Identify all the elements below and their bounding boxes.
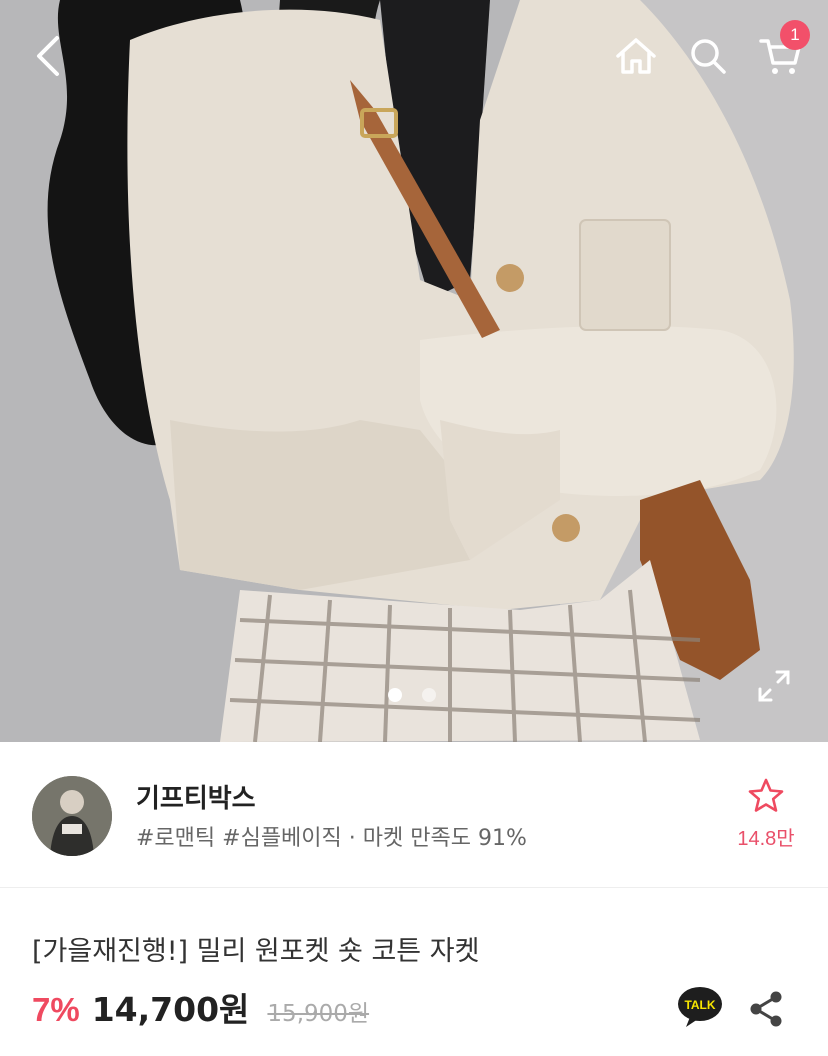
product-image-gallery[interactable]: 1: [0, 0, 828, 742]
sale-price: 14,700원: [91, 990, 250, 1029]
star-outline-icon: [748, 778, 784, 812]
discount-rate: 7%: [32, 991, 80, 1028]
price-row: 7% 14,700원 15,900원: [32, 983, 369, 1031]
share-button[interactable]: [744, 987, 788, 1031]
home-button[interactable]: [608, 28, 664, 84]
product-title: [가을재진행!] 밀리 원포켓 숏 코튼 자켓: [32, 936, 480, 967]
shop-info[interactable]: 기프티박스 #로맨틱 #심플베이직 · 마켓 만족도 91% 14.8만: [0, 742, 828, 888]
gallery-pagination: [388, 688, 436, 702]
talk-button[interactable]: TALK: [676, 985, 724, 1029]
cart-count-badge: 1: [780, 20, 810, 50]
shop-name[interactable]: 기프티박스: [136, 778, 256, 815]
talk-chat-icon: TALK: [678, 987, 722, 1027]
shop-avatar[interactable]: [32, 776, 112, 856]
search-icon: [691, 39, 726, 74]
expand-icon: [758, 670, 790, 702]
gallery-dot-1[interactable]: [388, 688, 402, 702]
avatar-image: [32, 776, 112, 856]
favorite-count: 14.8만: [737, 828, 795, 850]
favorite-button[interactable]: 14.8만: [726, 778, 806, 851]
search-button[interactable]: [680, 28, 736, 84]
product-info: [가을재진행!] 밀리 원포켓 숏 코튼 자켓 7% 14,700원 15,90…: [0, 889, 828, 1056]
back-arrow-icon: [37, 36, 59, 76]
product-photo: [0, 0, 828, 742]
talk-label: TALK: [684, 998, 715, 1012]
expand-button[interactable]: [748, 660, 800, 712]
cart-button[interactable]: 1: [752, 20, 810, 84]
shop-tags: #로맨틱 #심플베이직 · 마켓 만족도 91%: [136, 826, 527, 851]
home-icon: [616, 38, 656, 74]
gallery-dot-2[interactable]: [422, 688, 436, 702]
back-button[interactable]: [20, 28, 76, 84]
share-icon: [750, 991, 782, 1027]
original-price: 15,900원: [267, 1001, 370, 1027]
